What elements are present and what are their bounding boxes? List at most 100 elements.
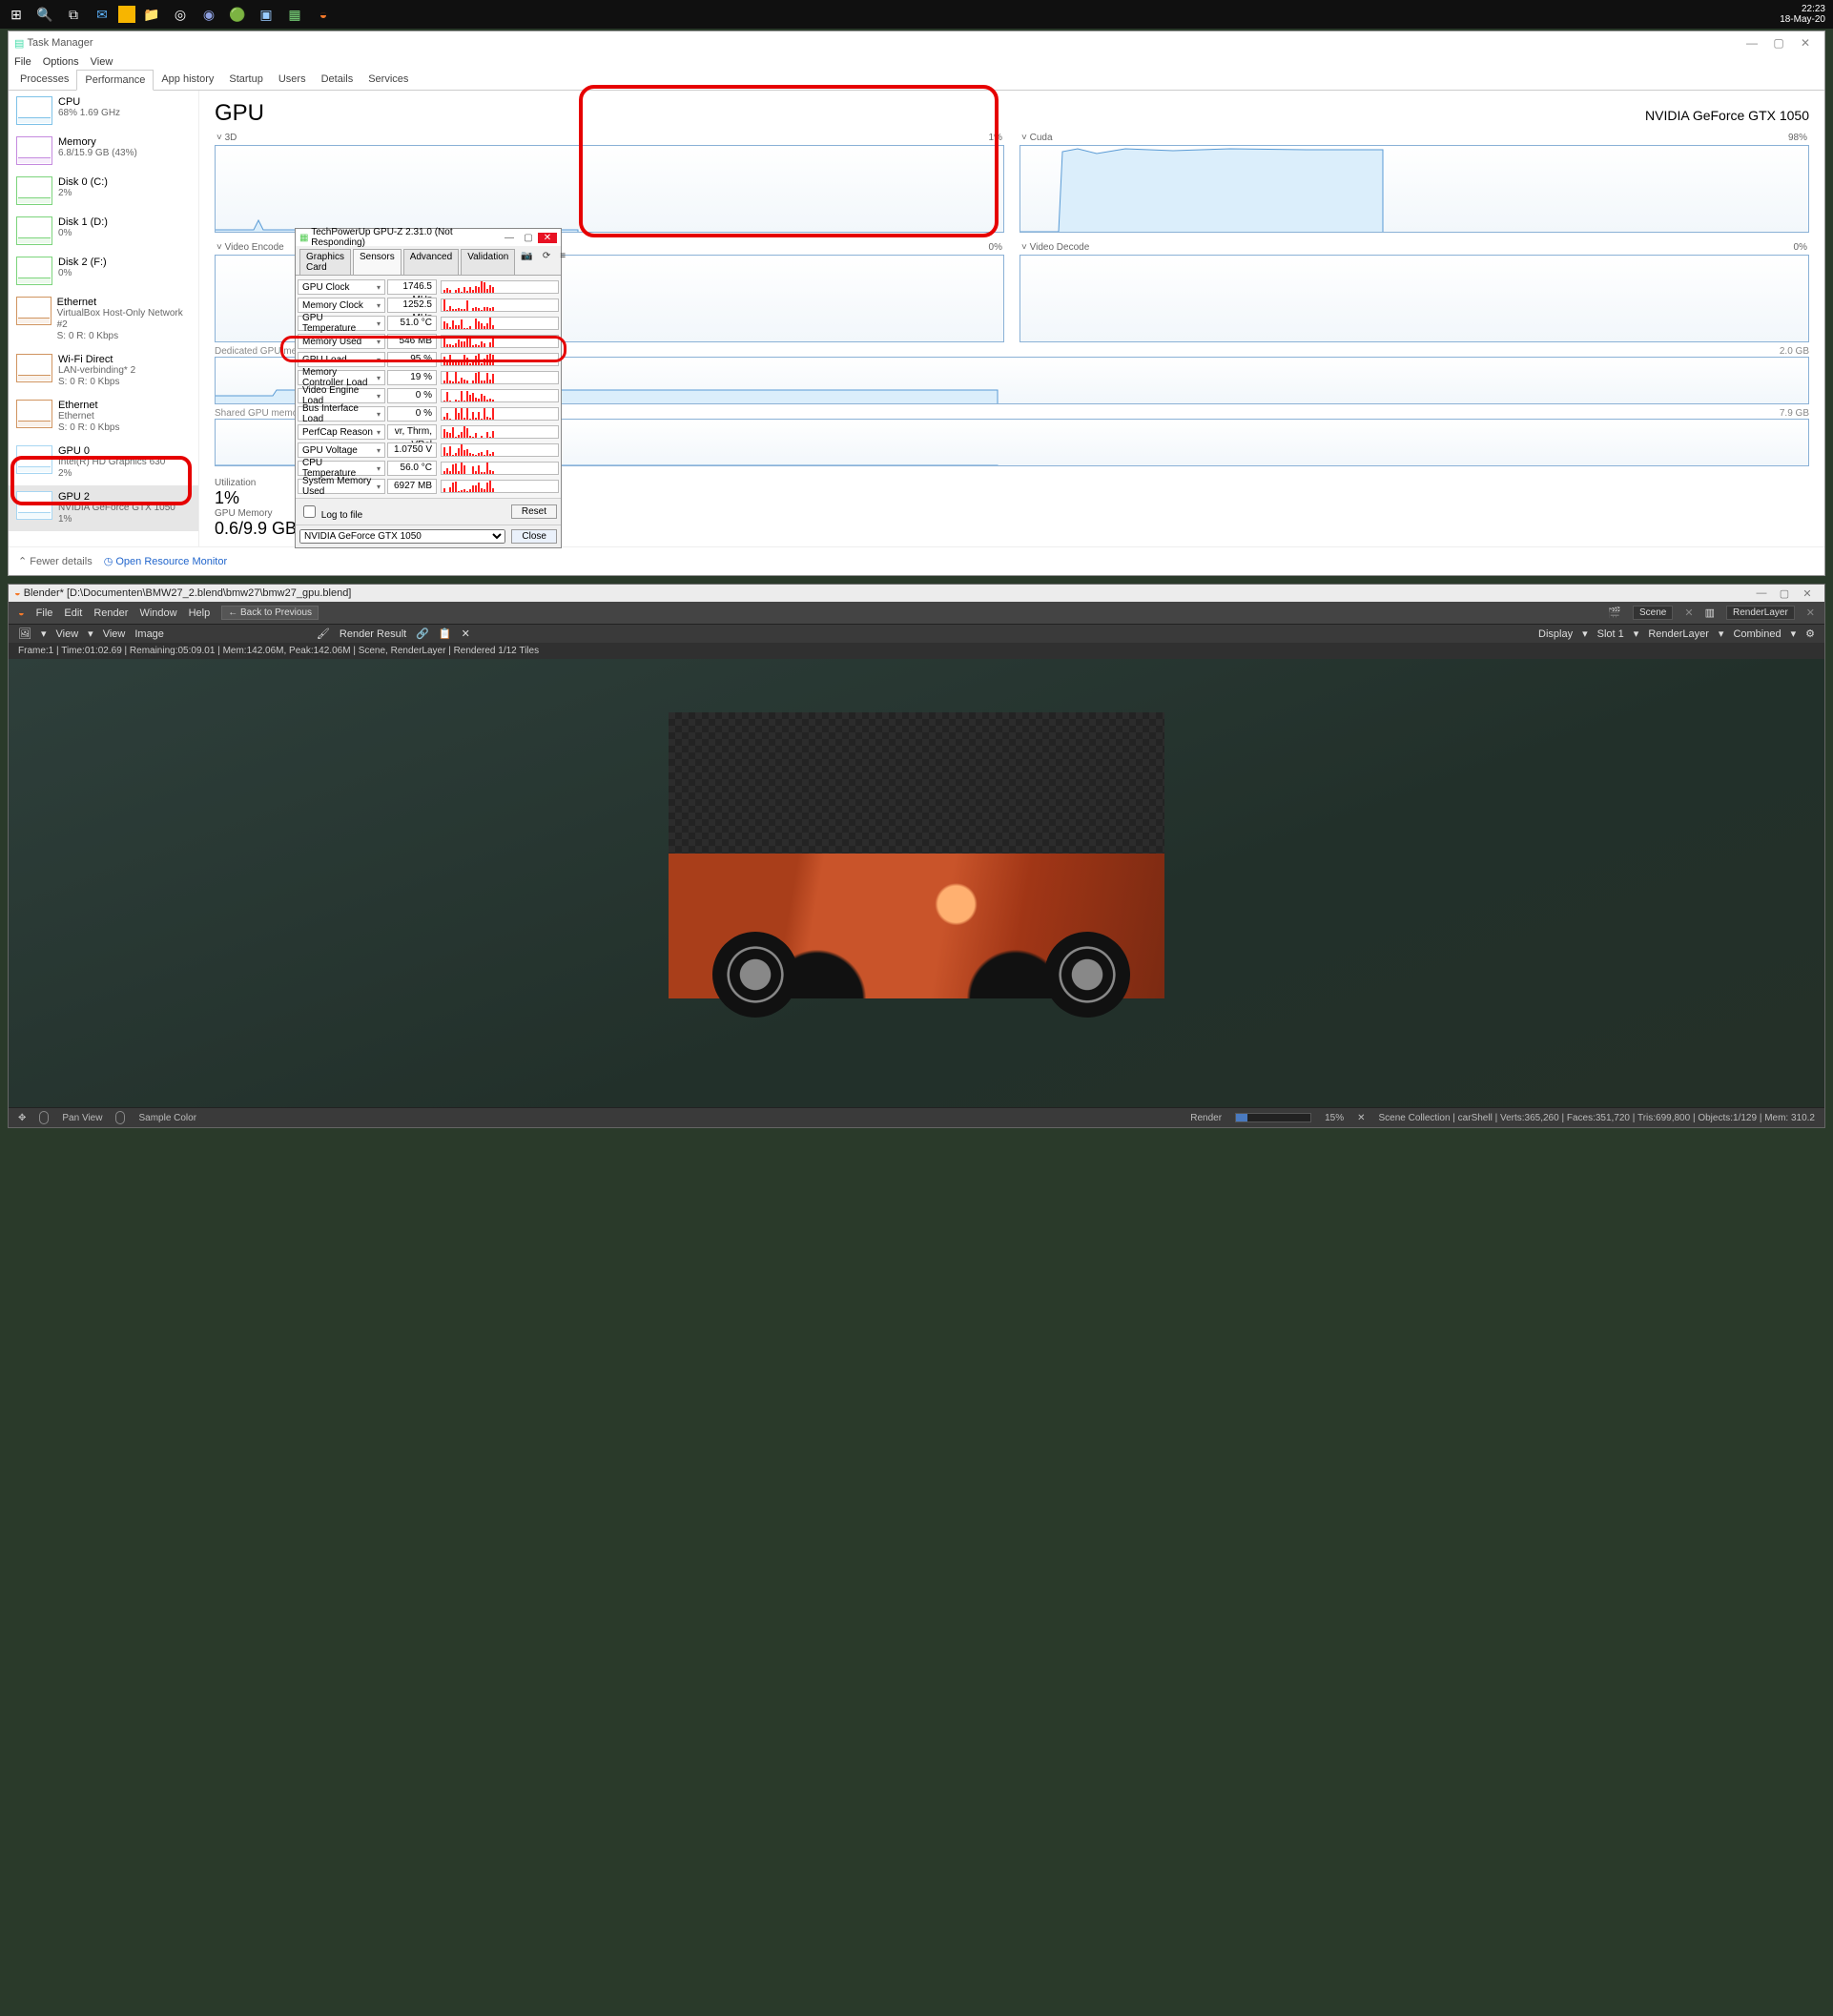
fewer-details[interactable]: ⌃ Fewer details [18, 555, 93, 567]
bl-menu-edit[interactable]: Edit [64, 607, 82, 619]
gz-tab-valid[interactable]: Validation [461, 249, 515, 275]
gpuz-window: ▦ TechPowerUp GPU-Z 2.31.0 (Not Respondi… [295, 228, 562, 548]
taskview-icon[interactable]: ⧉ [61, 2, 86, 27]
gz-row-gpu-temperature: GPU Temperature51.0 °C [298, 315, 559, 332]
bl-x-icon[interactable]: ✕ [462, 627, 470, 640]
app2-icon[interactable]: ▣ [254, 2, 278, 27]
gz-tab-adv[interactable]: Advanced [403, 249, 459, 275]
sidebar-item-gpu-2[interactable]: GPU 2NVIDIA GeForce GTX 10501% [9, 485, 198, 531]
bl-menu-render[interactable]: Render [93, 607, 128, 619]
task-manager-window: ▤ Task Manager — ▢ ✕ File Options View P… [8, 31, 1825, 576]
chart-3d[interactable] [215, 145, 1004, 233]
mail-icon[interactable]: ✉ [90, 2, 114, 27]
search-icon[interactable]: 🔍 [32, 2, 57, 27]
gz-tab-sensors[interactable]: Sensors [353, 249, 402, 275]
bl-slot[interactable]: Slot 1 [1597, 628, 1624, 640]
sidebar-item-disk-0-c-[interactable]: Disk 0 (C:)2% [9, 171, 198, 211]
tray-clock[interactable]: 22:2318-May-20 [1772, 4, 1833, 26]
gz-reset-btn[interactable]: Reset [511, 504, 557, 519]
sidebar-item-disk-2-f-[interactable]: Disk 2 (F:)0% [9, 251, 198, 291]
bl-link-icon[interactable]: 🔗 [416, 627, 429, 640]
bl-editor-icon[interactable]: 🖼 [18, 627, 31, 640]
windows-taskbar[interactable]: ⊞ 🔍 ⧉ ✉ 📁 ◎ ◉ 🟢 ▣ ▦ ◒ 22:2318-May-20 [0, 0, 1833, 29]
chrome-icon[interactable]: 🟢 [225, 2, 250, 27]
discord-icon[interactable]: ◉ [196, 2, 221, 27]
sidebar-item-ethernet[interactable]: EthernetEthernetS: 0 R: 0 Kbps [9, 394, 198, 440]
tab-processes[interactable]: Processes [12, 70, 76, 90]
bl-cancel-icon[interactable]: ✕ [1357, 1113, 1365, 1123]
gpuz-max[interactable]: ▢ [519, 233, 538, 243]
tab-apphistory[interactable]: App history [154, 70, 221, 90]
mouse-icon-2 [115, 1111, 125, 1124]
start-icon[interactable]: ⊞ [4, 2, 29, 27]
tm-tabs[interactable]: Processes Performance App history Startu… [9, 70, 1824, 91]
tab-details[interactable]: Details [314, 70, 361, 90]
menu-file[interactable]: File [14, 56, 31, 68]
bl-back-btn[interactable]: ← Back to Previous [221, 606, 319, 620]
gz-device-select[interactable]: NVIDIA GeForce GTX 1050 [299, 529, 505, 544]
open-resource-monitor[interactable]: ◷ Open Resource Monitor [104, 555, 227, 567]
bl-menu-file[interactable]: File [36, 607, 53, 619]
bl-scene-field[interactable]: Scene [1633, 606, 1673, 620]
gpuz-icon[interactable]: ▦ [282, 2, 307, 27]
maximize-button[interactable]: ▢ [1765, 36, 1792, 50]
gz-row-gpu-load: GPU Load95 % [298, 351, 559, 368]
app-icon[interactable] [118, 6, 135, 23]
bl-paint-icon[interactable]: 🖌 [317, 627, 330, 640]
bl-rlayer[interactable]: RenderLayer [1648, 628, 1709, 640]
minimize-button[interactable]: — [1739, 36, 1765, 50]
bl-render-result[interactable]: Render Result [340, 628, 406, 640]
bl-close[interactable]: ✕ [1796, 587, 1819, 600]
tm-menubar[interactable]: File Options View [9, 54, 1824, 70]
gpuz-close[interactable]: ✕ [538, 233, 557, 243]
close-button[interactable]: ✕ [1792, 36, 1819, 50]
gz-menu-icon[interactable]: ≡ [556, 249, 569, 275]
menu-view[interactable]: View [91, 56, 113, 68]
gz-close-btn[interactable]: Close [511, 529, 557, 544]
gz-camera-icon[interactable]: 📷 [517, 249, 536, 275]
bl-render-lbl: Render [1190, 1113, 1222, 1123]
bl-logo-icon[interactable]: ◒ [18, 607, 25, 619]
sidebar-item-gpu-0[interactable]: GPU 0Intel(R) HD Graphics 6302% [9, 440, 198, 485]
bl-display[interactable]: Display [1538, 628, 1573, 640]
gz-row-system-memory-used: System Memory Used6927 MB [298, 478, 559, 495]
blender-icon[interactable]: ◒ [311, 2, 336, 27]
sidebar-item-ethernet[interactable]: EthernetVirtualBox Host-Only Network #2S… [9, 291, 198, 348]
chart-vdec[interactable] [1019, 255, 1809, 342]
bl-sub-view[interactable]: View [56, 628, 79, 640]
bl-stats: Scene Collection | carShell | Verts:365,… [1378, 1113, 1815, 1123]
bl-viewport[interactable] [9, 659, 1824, 1107]
gpuz-min[interactable]: — [500, 233, 519, 243]
tab-performance[interactable]: Performance [76, 70, 154, 91]
bl-copy-icon[interactable]: 📋 [439, 627, 452, 640]
sidebar-item-cpu[interactable]: CPU68% 1.69 GHz [9, 91, 198, 131]
bl-menu-help[interactable]: Help [189, 607, 211, 619]
gpu-device: NVIDIA GeForce GTX 1050 [1645, 108, 1809, 123]
menu-options[interactable]: Options [43, 56, 79, 68]
bl-cursor-icon: ✥ [18, 1113, 26, 1123]
obs-icon[interactable]: ◎ [168, 2, 193, 27]
chart-cuda[interactable] [1019, 145, 1809, 233]
bl-layer-field[interactable]: RenderLayer [1726, 606, 1795, 620]
bl-sub-image[interactable]: Image [134, 628, 164, 640]
bl-min[interactable]: — [1750, 587, 1773, 599]
bl-combined[interactable]: Combined [1733, 628, 1781, 640]
sidebar-item-memory[interactable]: Memory6.8/15.9 GB (43%) [9, 131, 198, 171]
tab-services[interactable]: Services [360, 70, 416, 90]
explorer-icon[interactable]: 📁 [139, 2, 164, 27]
bl-sub-view2[interactable]: View [103, 628, 126, 640]
tm-icon: ▤ [14, 37, 24, 50]
sidebar-item-wi-fi-direct[interactable]: Wi-Fi DirectLAN-verbinding* 2S: 0 R: 0 K… [9, 348, 198, 394]
blender-title: Blender* [D:\Documenten\BMW27_2.blend\bm… [24, 587, 352, 599]
gz-refresh-icon[interactable]: ⟳ [539, 249, 554, 275]
sidebar-item-disk-1-d-[interactable]: Disk 1 (D:)0% [9, 211, 198, 251]
gz-tab-card[interactable]: Graphics Card [299, 249, 351, 275]
gz-log-check[interactable]: Log to file [299, 503, 362, 521]
tab-startup[interactable]: Startup [221, 70, 270, 90]
bl-max[interactable]: ▢ [1773, 587, 1796, 600]
bl-menu-window[interactable]: Window [139, 607, 176, 619]
tm-sidebar[interactable]: CPU68% 1.69 GHz Memory6.8/15.9 GB (43%) … [9, 91, 199, 546]
tab-users[interactable]: Users [271, 70, 314, 90]
gz-row-memory-clock: Memory Clock1252.5 MHz [298, 297, 559, 314]
bl-gear-icon[interactable]: ⚙ [1805, 627, 1815, 640]
